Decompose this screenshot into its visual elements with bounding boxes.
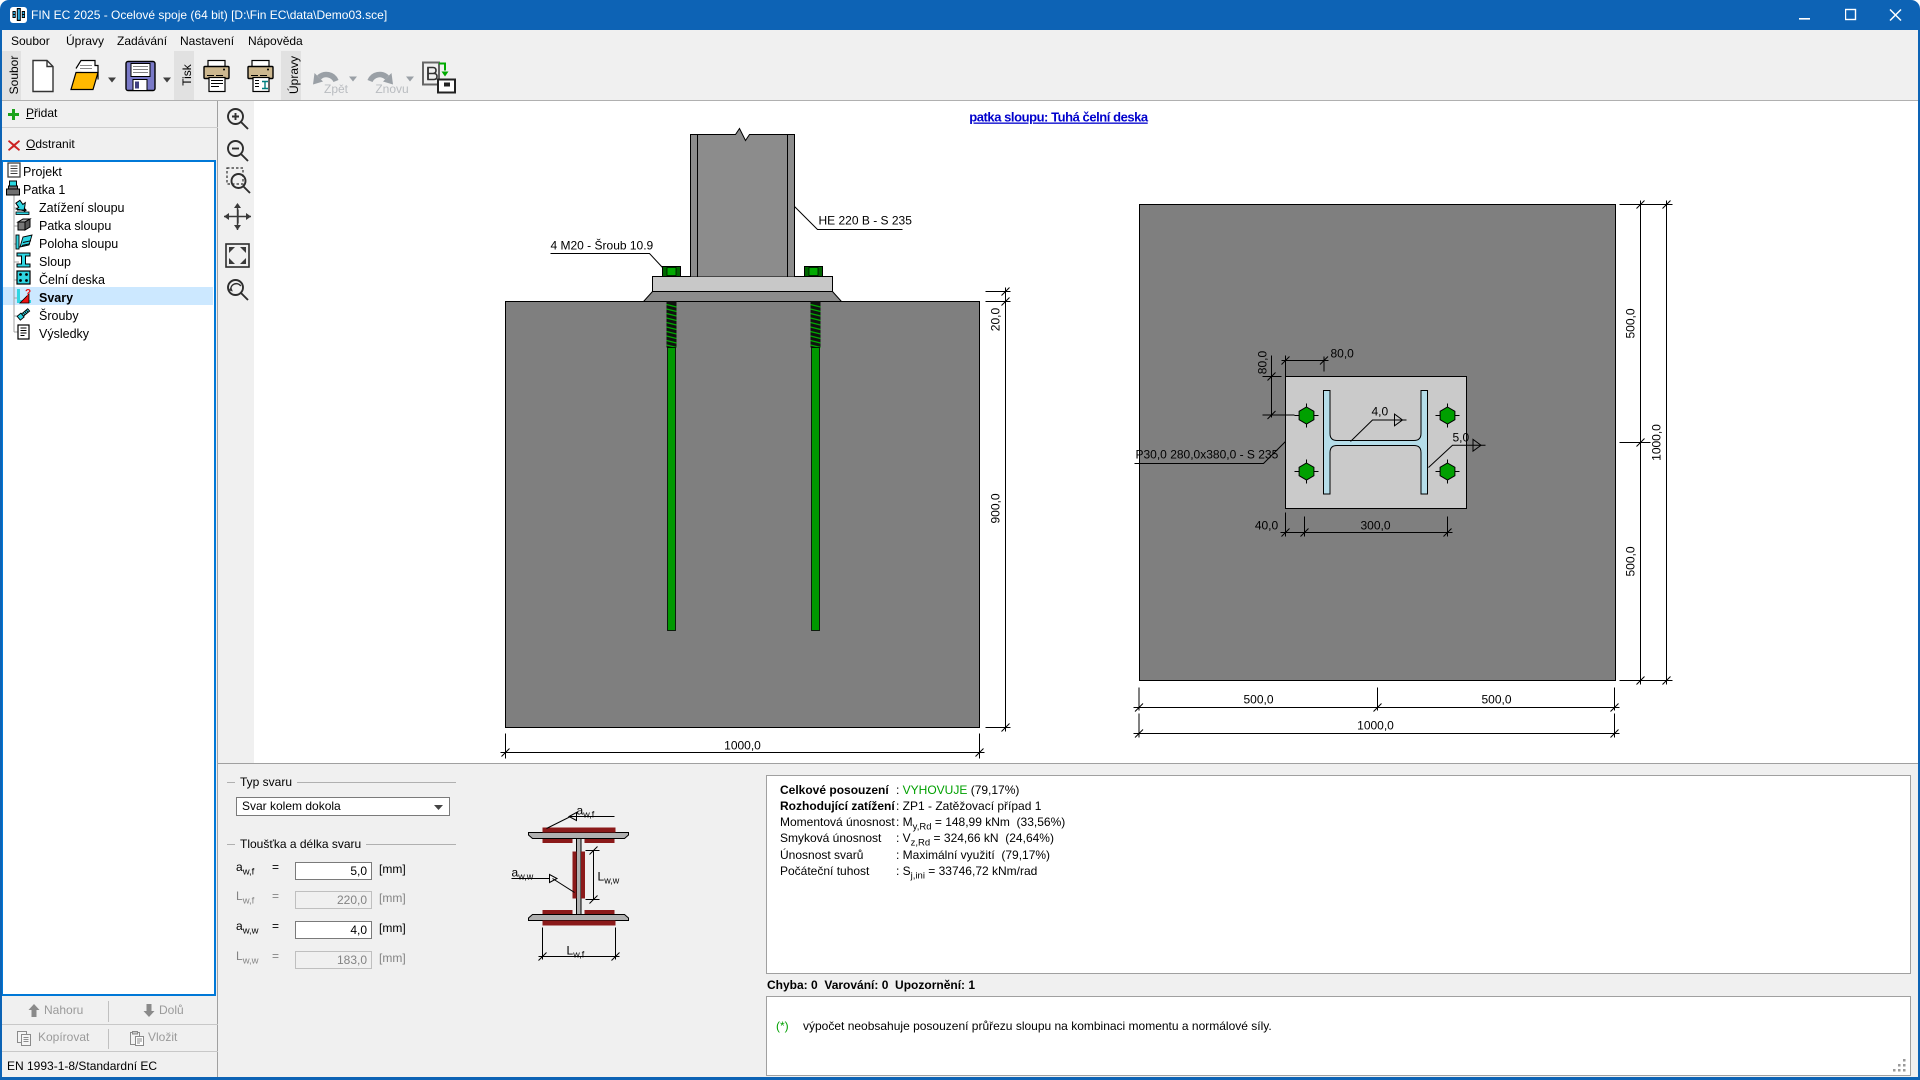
svg-text:P30,0 280,0x380,0 - S 235: P30,0 280,0x380,0 - S 235 — [1136, 448, 1279, 462]
svg-text:Lw,f: Lw,f — [567, 944, 585, 960]
svg-text:HE 220 B - S 235: HE 220 B - S 235 — [819, 214, 913, 228]
svg-text:500,0: 500,0 — [1624, 308, 1638, 338]
svg-text:80,0: 80,0 — [1331, 347, 1355, 361]
svg-text:20,0: 20,0 — [989, 307, 1003, 331]
svg-text:300,0: 300,0 — [1360, 519, 1390, 533]
svg-text:4,0: 4,0 — [1372, 405, 1389, 419]
svg-text:aw,f: aw,f — [577, 804, 595, 820]
svg-text:1000,0: 1000,0 — [724, 739, 761, 753]
svg-text:?: ? — [25, 288, 31, 299]
svg-text:Lw,w: Lw,w — [598, 870, 620, 886]
svg-text:1000,0: 1000,0 — [1650, 424, 1664, 461]
svg-text:40,0: 40,0 — [1255, 519, 1279, 533]
svg-text:500,0: 500,0 — [1624, 546, 1638, 576]
svg-text:500,0: 500,0 — [1243, 693, 1273, 707]
svg-text:4 M20 - Šroub 10.9: 4 M20 - Šroub 10.9 — [551, 238, 654, 253]
svg-text:500,0: 500,0 — [1481, 693, 1511, 707]
svg-text:patka sloupu: Tuhá čelní deska: patka sloupu: Tuhá čelní deska — [969, 110, 1149, 125]
svg-text:aw,w: aw,w — [512, 866, 534, 882]
svg-text:5,0: 5,0 — [1453, 431, 1470, 445]
svg-text:900,0: 900,0 — [989, 493, 1003, 523]
svg-text:80,0: 80,0 — [1256, 350, 1270, 374]
svg-text:1000,0: 1000,0 — [1357, 719, 1394, 733]
